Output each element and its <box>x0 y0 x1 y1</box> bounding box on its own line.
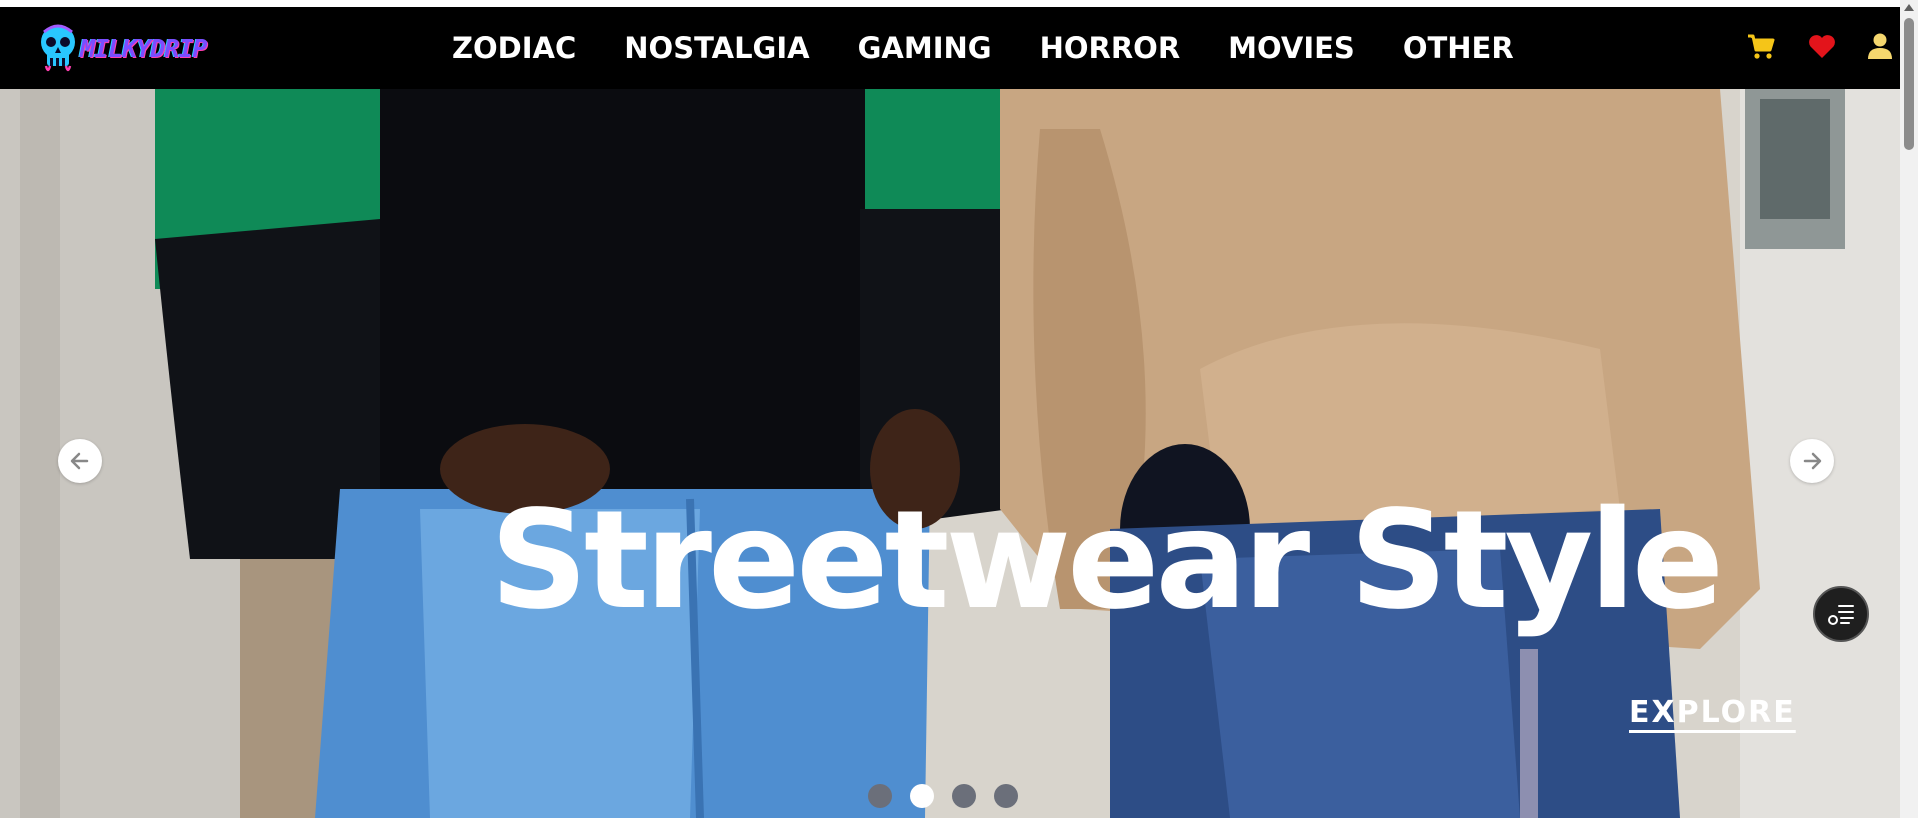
carousel-dot-2[interactable] <box>910 784 934 808</box>
nav-item-zodiac[interactable]: ZODIAC <box>452 31 576 65</box>
cart-icon[interactable] <box>1746 31 1776 61</box>
accessibility-menu-button[interactable] <box>1813 586 1869 642</box>
carousel-prev-button[interactable] <box>58 439 102 483</box>
brand-wordmark: MILKYDRIP <box>80 33 207 63</box>
arrow-right-icon <box>1803 452 1822 470</box>
hero-headline: Streetwear Style <box>490 482 1724 640</box>
category-menu: ZODIAC NOSTALGIA GAMING HORROR MOVIES OT… <box>452 7 1514 89</box>
carousel-dot-1[interactable] <box>868 784 892 808</box>
user-icon[interactable] <box>1865 31 1895 61</box>
carousel-dot-3[interactable] <box>952 784 976 808</box>
nav-item-nostalgia[interactable]: NOSTALGIA <box>624 31 809 65</box>
top-navigation: MILKYDRIP ZODIAC NOSTALGIA GAMING HORROR… <box>0 7 1900 89</box>
scroll-up-icon[interactable] <box>1904 4 1914 11</box>
hero-carousel: Streetwear Style EXPLORE <box>0 89 1900 818</box>
carousel-next-button[interactable] <box>1790 439 1834 483</box>
nav-item-horror[interactable]: HORROR <box>1040 31 1181 65</box>
top-border <box>0 0 1900 7</box>
brand-logo[interactable]: MILKYDRIP <box>38 20 210 76</box>
nav-item-other[interactable]: OTHER <box>1403 31 1514 65</box>
nav-item-gaming[interactable]: GAMING <box>858 31 992 65</box>
scroll-thumb[interactable] <box>1904 18 1914 150</box>
nav-item-movies[interactable]: MOVIES <box>1228 31 1355 65</box>
arrow-left-icon <box>70 452 89 470</box>
heart-icon[interactable] <box>1807 31 1837 61</box>
list-settings-icon <box>1828 605 1854 625</box>
explore-button[interactable]: EXPLORE <box>1629 695 1796 730</box>
carousel-indicators <box>868 784 1036 808</box>
page-scrollbar[interactable] <box>1900 0 1918 818</box>
carousel-dot-4[interactable] <box>994 784 1018 808</box>
hero-image <box>0 89 1900 818</box>
skull-logo-icon <box>41 24 75 72</box>
